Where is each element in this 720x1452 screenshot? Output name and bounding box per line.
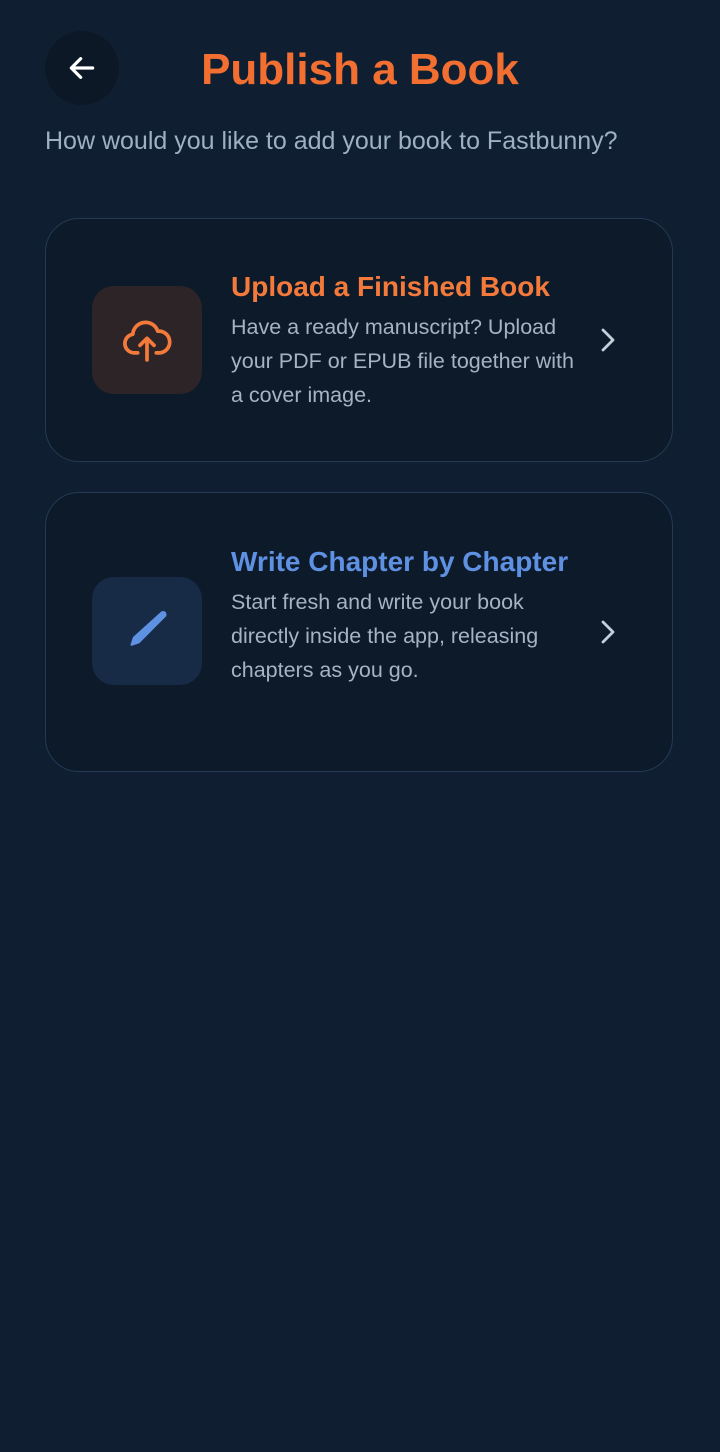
- pencil-icon: [130, 611, 167, 646]
- upload-finished-book-card[interactable]: Upload a Finished Book Have a ready manu…: [45, 218, 673, 462]
- write-chapter-card[interactable]: Write Chapter by Chapter Start fresh and…: [45, 492, 673, 772]
- chevron-right-icon: [596, 326, 620, 354]
- upload-icon-tile: [92, 286, 202, 394]
- upload-card-description: Have a ready manuscript? Upload your PDF…: [231, 315, 574, 407]
- chevron-right-icon: [596, 618, 620, 646]
- cloud-upload-icon: [123, 320, 172, 362]
- page-subtitle: How would you like to add your book to F…: [45, 127, 618, 155]
- header: Publish a Book: [0, 0, 720, 140]
- write-card-title: Write Chapter by Chapter: [231, 546, 569, 577]
- page-title: Publish a Book: [201, 45, 519, 94]
- write-card-description: Start fresh and write your book directly…: [231, 590, 539, 682]
- write-icon-tile: [92, 577, 202, 685]
- upload-card-title: Upload a Finished Book: [231, 271, 550, 302]
